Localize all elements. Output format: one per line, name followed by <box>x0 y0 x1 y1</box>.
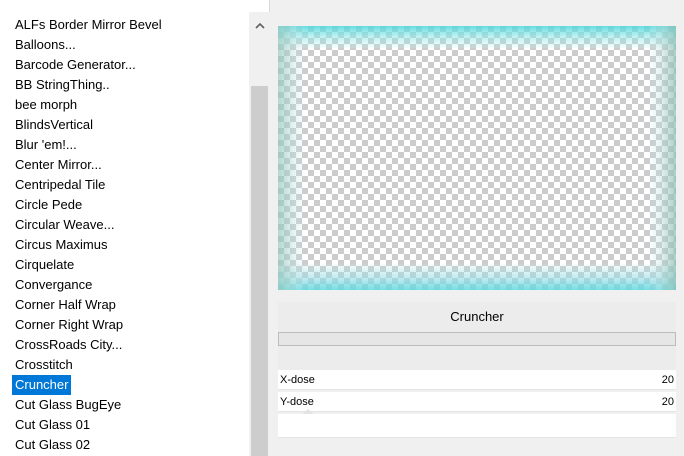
param-value: 20 <box>661 395 674 408</box>
list-item[interactable]: CrossRoads City... <box>12 335 248 355</box>
list-item[interactable]: Cruncher <box>12 375 248 395</box>
list-item-label: Balloons... <box>15 37 76 52</box>
list-item-label: Cirquelate <box>15 257 75 272</box>
list-item-label: Cut Glass 01 <box>15 417 91 432</box>
list-item-label: BlindsVertical <box>15 117 94 132</box>
list-item-label: Centripedal Tile <box>15 177 106 192</box>
list-item-label: Cruncher <box>12 375 72 395</box>
list-item-label: Blur 'em!... <box>15 137 77 152</box>
list-item-label: Convergance <box>15 277 93 292</box>
list-item[interactable]: Corner Half Wrap <box>12 295 248 315</box>
filter-listbox[interactable]: ALFs Border Mirror Bevel Balloons... Barco… <box>0 0 270 456</box>
param-row-y-dose[interactable]: Y-dose 20 <box>278 392 676 412</box>
param-value: 20 <box>661 373 674 386</box>
list-item[interactable]: Corner Right Wrap <box>12 315 248 335</box>
chevron-up-icon <box>254 22 265 29</box>
list-item-label: Barcode Generator... <box>15 57 136 72</box>
param-label: Y-dose <box>280 395 314 408</box>
list-item[interactable]: Barcode Generator... <box>12 55 248 75</box>
list-item[interactable]: Centripedal Tile <box>12 175 248 195</box>
list-item[interactable]: Cirquelate <box>12 255 248 275</box>
list-item-label: Circle Pede <box>15 197 83 212</box>
preview-border-left <box>278 26 306 290</box>
param-label: X-dose <box>280 373 315 386</box>
list-item[interactable]: Convergance <box>12 275 248 295</box>
list-item-label: Crosstitch <box>15 357 73 372</box>
list-item[interactable]: Circular Weave... <box>12 215 248 235</box>
list-item[interactable]: Cut Glass 01 <box>12 415 248 435</box>
list-item[interactable]: Cut Glass 02 <box>12 435 248 455</box>
list-item-label: Center Mirror... <box>15 157 102 172</box>
preview-border-right <box>648 26 676 290</box>
list-item[interactable]: Circle Pede <box>12 195 248 215</box>
param-row-x-dose[interactable]: X-dose 20 <box>278 370 676 390</box>
list-item[interactable]: Blur 'em!... <box>12 135 248 155</box>
list-item[interactable]: ALFs Border Mirror Bevel <box>12 15 248 35</box>
list-item[interactable]: Crosstitch <box>12 355 248 375</box>
filter-title: Cruncher <box>278 302 676 332</box>
panel-spacer <box>278 346 676 370</box>
list-item-label: Circus Maximus <box>15 237 108 252</box>
filter-list: ALFs Border Mirror Bevel Balloons... Barco… <box>12 15 248 455</box>
list-item[interactable]: Balloons... <box>12 35 248 55</box>
list-item-label: bee morph <box>15 97 78 112</box>
list-item-label: BB StringThing.. <box>15 77 110 92</box>
filter-preview <box>278 26 676 290</box>
list-item-label: Corner Half Wrap <box>15 297 116 312</box>
scroll-up-button[interactable] <box>249 12 270 38</box>
list-item-label: ALFs Border Mirror Bevel <box>15 17 162 32</box>
progress-bar <box>278 332 676 346</box>
list-item-label: CrossRoads City... <box>15 337 123 352</box>
list-item[interactable]: Center Mirror... <box>12 155 248 175</box>
list-item[interactable]: BB StringThing.. <box>12 75 248 95</box>
list-item-label: Corner Right Wrap <box>15 317 124 332</box>
list-item[interactable]: bee morph <box>12 95 248 115</box>
preview-border-top <box>278 26 676 48</box>
preview-border-bottom <box>278 264 676 290</box>
list-item[interactable]: BlindsVertical <box>12 115 248 135</box>
vertical-scrollbar[interactable] <box>249 12 270 456</box>
scroll-thumb[interactable] <box>251 86 268 456</box>
param-row-empty <box>278 414 676 438</box>
list-item-label: Cut Glass BugEye <box>15 397 122 412</box>
list-item-label: Circular Weave... <box>15 217 115 232</box>
list-item-label: Cut Glass 02 <box>15 437 91 452</box>
list-item[interactable]: Cut Glass BugEye <box>12 395 248 415</box>
list-item[interactable]: Circus Maximus <box>12 235 248 255</box>
